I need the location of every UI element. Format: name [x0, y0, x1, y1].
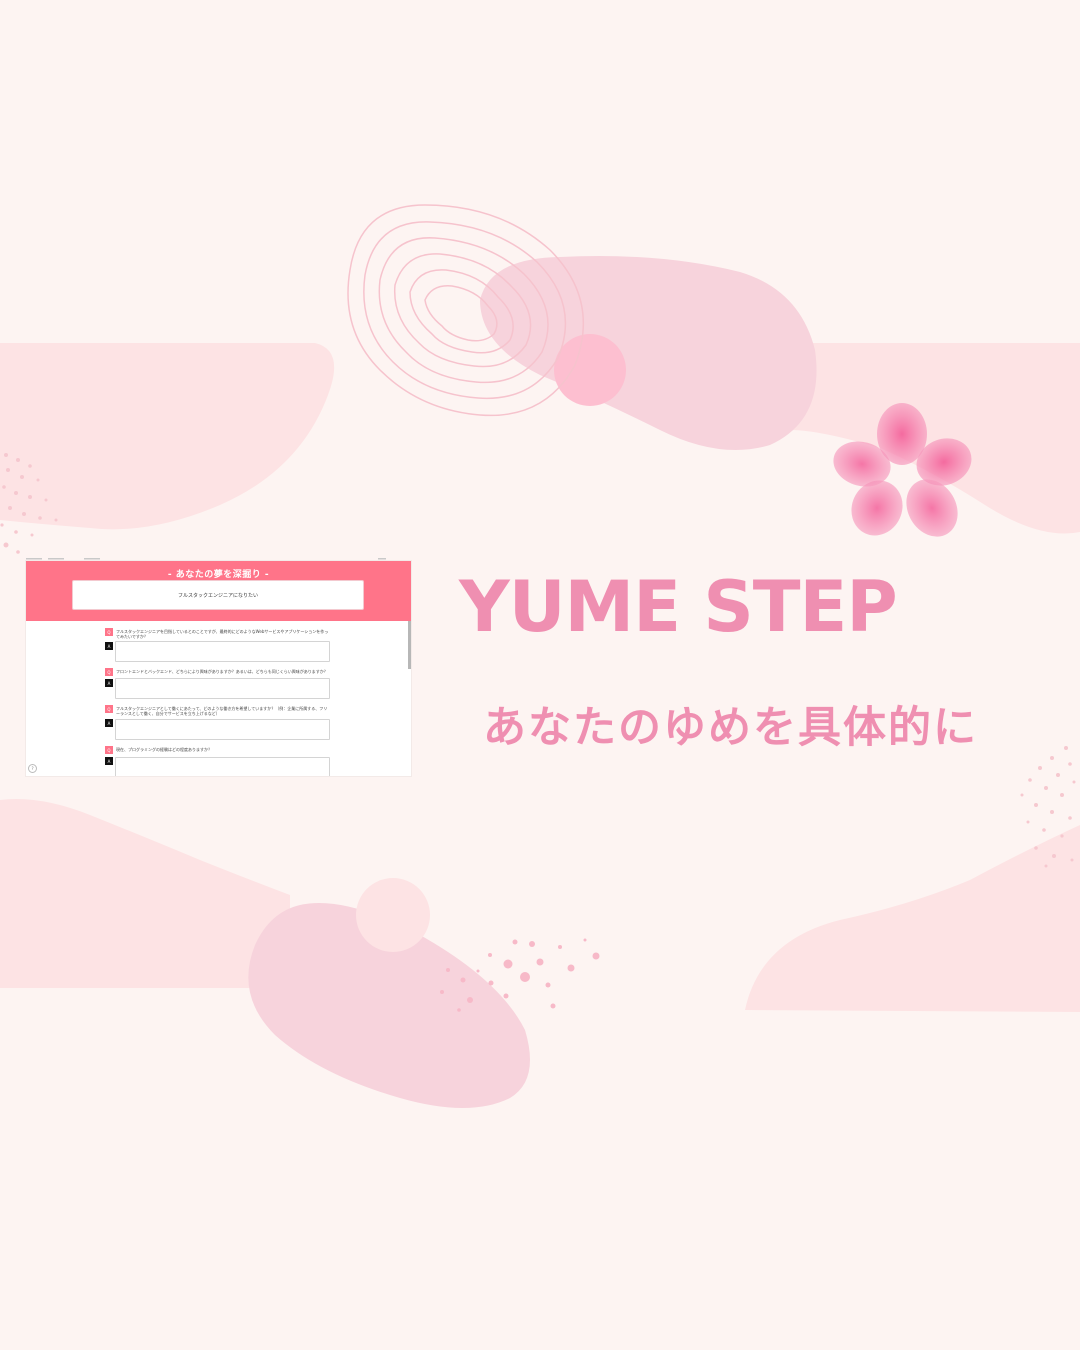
question-badge: Q	[105, 628, 113, 636]
help-icon[interactable]: ?	[28, 764, 37, 773]
answer-badge: A	[105, 642, 113, 650]
answer-input-3[interactable]	[115, 719, 330, 740]
canvas: - あなたの夢を深掘り - フルスタックエンジニアになりたい Q フルスタックエ…	[0, 0, 1080, 1350]
question-block-3: Q フルスタックエンジニアとして働くにあたって、どのような働き方を希望しています…	[105, 705, 330, 740]
dream-field[interactable]: フルスタックエンジニアになりたい	[72, 580, 364, 610]
answer-input-1[interactable]	[115, 641, 330, 662]
app-screenshot: - あなたの夢を深掘り - フルスタックエンジニアになりたい Q フルスタックエ…	[26, 561, 411, 776]
question-text: 現在、プログラミングの経験はどの程度ありますか？	[116, 747, 212, 752]
answer-badge: A	[105, 719, 113, 727]
answer-badge: A	[105, 679, 113, 687]
left-wave-band	[0, 343, 335, 530]
bottom-blob-circle	[356, 878, 430, 952]
bottom-left-wave-band	[0, 799, 290, 988]
top-blob-circle	[554, 334, 626, 406]
question-text: フロントエンドとバックエンド、どちらにより興味がありますか？あるいは、どちらも同…	[116, 669, 328, 674]
sakura-flower-icon	[833, 403, 972, 537]
answer-input-2[interactable]	[115, 678, 330, 699]
question-badge: Q	[105, 668, 113, 676]
question-badge: Q	[105, 705, 113, 713]
brand-title: YUME STEP	[459, 566, 898, 648]
bottom-right-wave-band	[745, 825, 1080, 1012]
top-blob	[480, 256, 817, 450]
screenshot-header: - あなたの夢を深掘り - フルスタックエンジニアになりたい	[26, 561, 411, 621]
answer-input-4[interactable]	[115, 757, 330, 776]
question-block-4: Q 現在、プログラミングの経験はどの程度ありますか？ A	[105, 746, 330, 776]
answer-badge: A	[105, 757, 113, 765]
scrollbar[interactable]	[408, 621, 411, 669]
question-text: フルスタックエンジニアとして働くにあたって、どのような働き方を希望していますか？…	[116, 706, 328, 716]
question-badge: Q	[105, 746, 113, 754]
tagline: あなたのゆめを具体的に	[483, 703, 978, 753]
question-block-2: Q フロントエンドとバックエンド、どちらにより興味がありますか？あるいは、どちら…	[105, 668, 330, 699]
question-text: フルスタックエンジニアを目指しているとのことですが、最終的にどのようなWebサー…	[116, 629, 329, 639]
dream-field-text: フルスタックエンジニアになりたい	[177, 592, 258, 599]
question-block-1: Q フルスタックエンジニアを目指しているとのことですが、最終的にどのようなWeb…	[105, 628, 330, 662]
screenshot-title: - あなたの夢を深掘り -	[167, 570, 270, 580]
